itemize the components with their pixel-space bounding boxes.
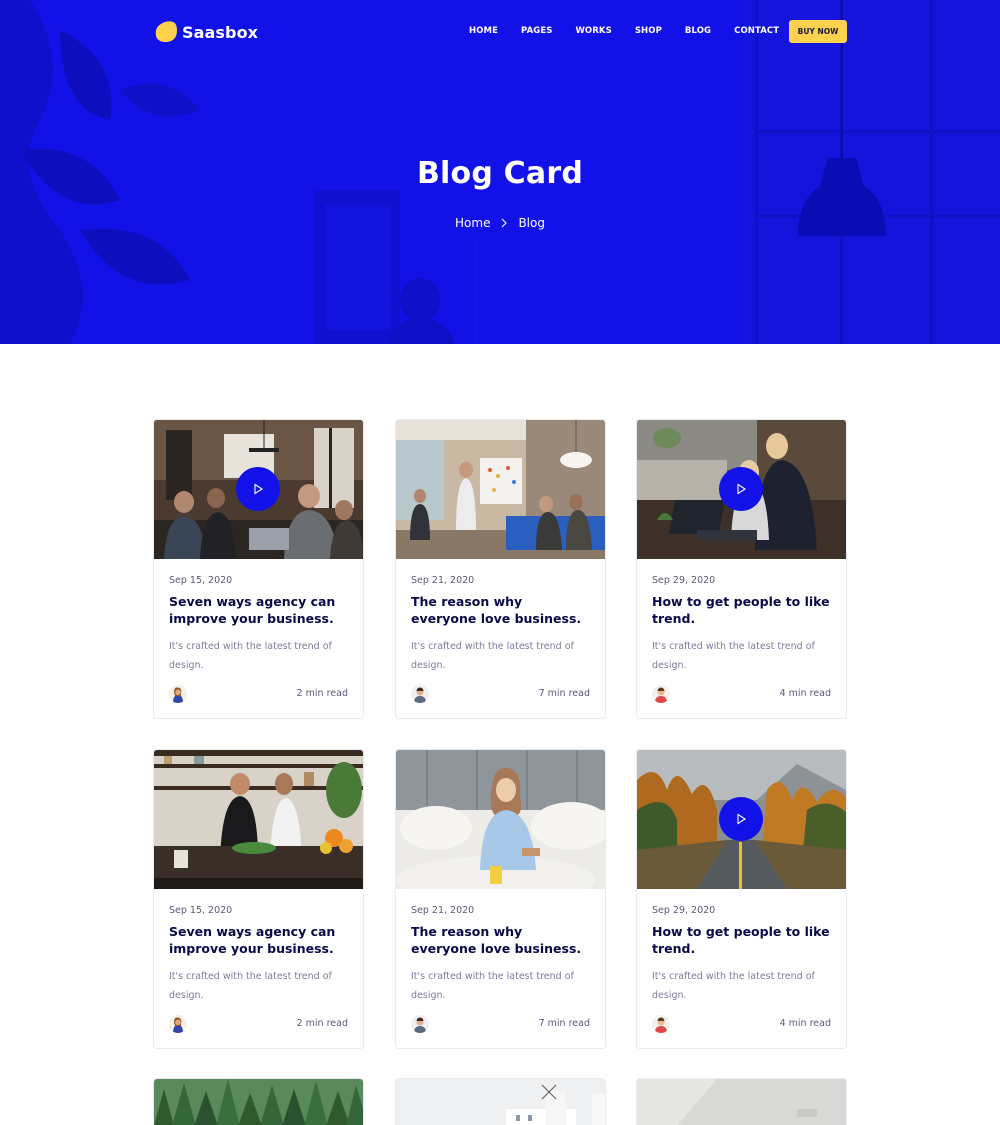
nav-item-pages[interactable]: PAGES [521,25,552,37]
blog-card[interactable] [395,1078,606,1125]
post-date: Sep 21, 2020 [411,905,475,916]
team-meeting-photo[interactable] [154,420,363,559]
post-excerpt: It's crafted with the latest trend of de… [411,641,574,671]
page-title: Blog Card [416,156,583,191]
blog-card[interactable] [153,1078,364,1125]
nav-item-blog[interactable]: BLOG [685,25,711,37]
read-time: 2 min read [296,688,348,699]
nav-item-works[interactable]: WORKS [575,25,611,37]
post-title[interactable]: How to get people to like trend. [652,594,832,627]
top-navbar: Saasbox HOME PAGES WORKS SHOP BLOG CONTA… [0,0,1000,64]
read-time: 4 min read [779,1018,831,1029]
woman-in-bed-photo[interactable] [396,750,605,889]
blog-card[interactable]: Sep 15, 2020 Seven ways agency can impro… [153,749,364,1049]
breadcrumb-blog: Blog [518,216,545,230]
logo-icon [155,21,177,42]
read-time: 4 min read [779,688,831,699]
blog-card[interactable]: Sep 21, 2020 The reason why everyone lov… [395,749,606,1049]
nav-item-contact[interactable]: CONTACT [734,25,779,37]
santorini-photo[interactable] [396,1079,605,1125]
autumn-road-photo[interactable] [637,750,846,889]
chevron-right-icon [502,218,508,228]
author-avatar[interactable] [652,685,670,703]
breadcrumb: Home Blog [0,216,1000,230]
post-title[interactable]: The reason why everyone love business. [411,594,591,627]
buy-now-button[interactable]: BUY NOW [789,20,847,43]
post-excerpt: It's crafted with the latest trend of de… [652,641,815,671]
blog-card[interactable]: Sep 15, 2020 Seven ways agency can impro… [153,419,364,719]
hero-section: Saasbox HOME PAGES WORKS SHOP BLOG CONTA… [0,0,1000,344]
post-excerpt: It's crafted with the latest trend of de… [169,971,332,1001]
play-video-button[interactable] [236,467,280,511]
post-title[interactable]: Seven ways agency can improve your busin… [169,594,349,627]
post-date: Sep 15, 2020 [169,575,233,586]
kitchen-cooking-photo[interactable] [154,750,363,889]
read-time: 7 min read [538,688,590,699]
play-video-button[interactable] [719,467,763,511]
read-time: 7 min read [538,1018,590,1029]
author-avatar[interactable] [652,1015,670,1033]
laptop-work-photo[interactable] [637,420,846,559]
post-excerpt: It's crafted with the latest trend of de… [169,641,332,671]
office-presentation-photo[interactable] [396,420,605,559]
blog-card[interactable]: Sep 21, 2020 The reason why everyone lov… [395,419,606,719]
post-title[interactable]: The reason why everyone love business. [411,924,591,957]
read-time: 2 min read [296,1018,348,1029]
post-title[interactable]: How to get people to like trend. [652,924,832,957]
brand-logo[interactable]: Saasbox [153,19,258,45]
post-excerpt: It's crafted with the latest trend of de… [411,971,574,1001]
nav-item-shop[interactable]: SHOP [635,25,662,37]
author-avatar[interactable] [169,1015,187,1033]
post-title[interactable]: Seven ways agency can improve your busin… [169,924,349,957]
blog-card[interactable] [636,1078,847,1125]
play-icon [737,813,747,825]
nav-item-home[interactable]: HOME [469,25,498,37]
play-icon [737,483,747,495]
post-date: Sep 29, 2020 [652,905,716,916]
forest-photo[interactable] [154,1079,363,1125]
post-date: Sep 15, 2020 [169,905,233,916]
play-video-button[interactable] [719,797,763,841]
breadcrumb-home[interactable]: Home [455,216,490,230]
author-avatar[interactable] [411,685,429,703]
author-avatar[interactable] [169,685,187,703]
main-menu: HOME PAGES WORKS SHOP BLOG CONTACT [469,25,802,37]
blog-card[interactable]: Sep 29, 2020 How to get people to like t… [636,419,847,719]
post-date: Sep 29, 2020 [652,575,716,586]
brand-name: Saasbox [182,22,259,42]
interior-photo[interactable] [637,1079,846,1125]
blog-card[interactable]: Sep 29, 2020 How to get people to like t… [636,749,847,1049]
post-excerpt: It's crafted with the latest trend of de… [652,971,815,1001]
play-icon [254,483,264,495]
post-date: Sep 21, 2020 [411,575,475,586]
author-avatar[interactable] [411,1015,429,1033]
